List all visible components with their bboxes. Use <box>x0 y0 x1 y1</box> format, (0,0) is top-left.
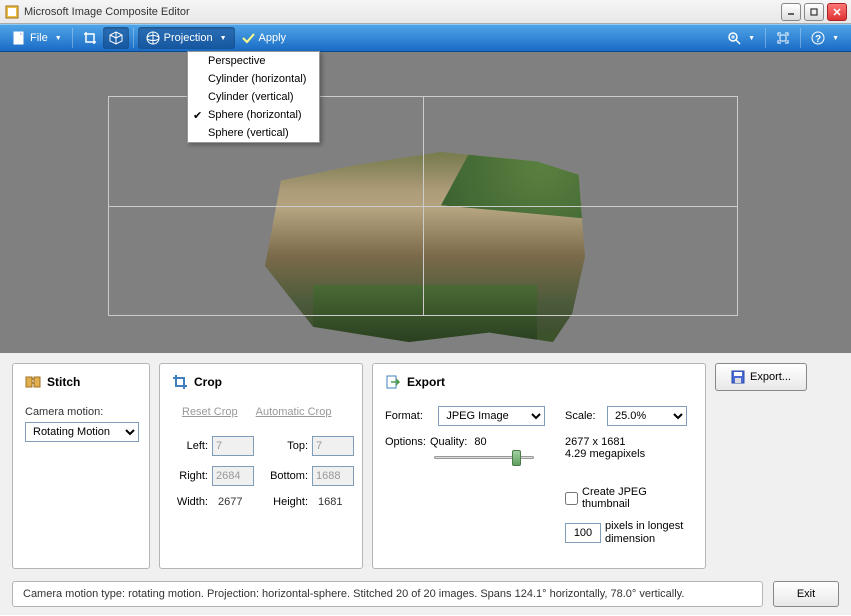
auto-crop-link[interactable]: Automatic Crop <box>256 406 332 418</box>
menu-item-perspective[interactable]: Perspective <box>188 52 319 70</box>
help-icon: ? <box>811 31 825 45</box>
scale-label: Scale: <box>565 410 603 422</box>
projection-button[interactable]: Projection ▼ <box>138 27 235 49</box>
help-button[interactable]: ? ▼ <box>805 27 845 49</box>
exit-button[interactable]: Exit <box>773 581 839 607</box>
options-label: Options: <box>385 436 426 448</box>
menu-item-sphere-h[interactable]: ✔Sphere (horizontal) <box>188 106 319 124</box>
file-menu-button[interactable]: File ▼ <box>6 27 68 49</box>
crop-bottom-input[interactable] <box>312 466 354 486</box>
zoom-icon <box>727 31 741 45</box>
camera-motion-label: Camera motion: <box>25 406 137 418</box>
crop-height-label: Height: <box>262 496 312 508</box>
crop-right-input[interactable] <box>212 466 254 486</box>
slider-thumb[interactable] <box>512 450 521 466</box>
crop-bottom-label: Bottom: <box>262 470 312 482</box>
crop-panel: Crop Reset Crop Automatic Crop Left: Top… <box>159 363 363 569</box>
chevron-down-icon: ▼ <box>55 35 62 42</box>
crop-top-input[interactable] <box>312 436 354 456</box>
fit-button[interactable] <box>770 27 796 49</box>
scale-select[interactable]: 25.0% <box>607 406 687 426</box>
export-side: Export... <box>715 363 809 569</box>
cube-icon <box>109 31 123 45</box>
cube-tool-button[interactable] <box>103 27 129 49</box>
center-line <box>423 96 424 316</box>
export-panel: Export Format: JPEG Image Options: Quali… <box>372 363 706 569</box>
app-icon <box>4 4 20 20</box>
quality-value: 80 <box>474 436 486 448</box>
window-title: Microsoft Image Composite Editor <box>24 6 781 18</box>
export-title: Export <box>407 375 445 389</box>
thumbnail-label: Create JPEG thumbnail <box>582 486 693 510</box>
menu-item-cylinder-h[interactable]: Cylinder (horizontal) <box>188 70 319 88</box>
check-icon <box>241 31 255 45</box>
chevron-down-icon: ▼ <box>220 35 227 42</box>
projection-label: Projection <box>164 32 213 44</box>
canvas[interactable] <box>0 52 851 353</box>
crop-width-label: Width: <box>172 496 212 508</box>
apply-button[interactable]: Apply <box>235 27 293 49</box>
thumbnail-suffix: pixels in longest dimension <box>605 520 693 546</box>
apply-label: Apply <box>259 32 287 44</box>
crop-right-label: Right: <box>172 470 212 482</box>
chevron-down-icon: ▼ <box>748 35 755 42</box>
chevron-down-icon: ▼ <box>832 35 839 42</box>
format-select[interactable]: JPEG Image <box>438 406 545 426</box>
crop-title: Crop <box>194 375 222 389</box>
close-button[interactable] <box>827 3 847 21</box>
export-icon <box>385 374 401 390</box>
quality-label: Quality: <box>430 436 467 448</box>
crop-height-value: 1681 <box>312 496 362 508</box>
file-icon <box>12 31 26 45</box>
crop-tool-button[interactable] <box>77 27 103 49</box>
minimize-button[interactable] <box>781 3 801 21</box>
crop-width-value: 2677 <box>212 496 262 508</box>
file-label: File <box>30 32 48 44</box>
stitch-title: Stitch <box>47 375 80 389</box>
export-dims: 2677 x 1681 <box>565 436 693 448</box>
fit-icon <box>776 31 790 45</box>
crop-left-input[interactable] <box>212 436 254 456</box>
svg-text:?: ? <box>815 34 821 45</box>
globe-icon <box>146 31 160 45</box>
save-icon <box>731 370 745 384</box>
export-button[interactable]: Export... <box>715 363 807 391</box>
status-bar: Camera motion type: rotating motion. Pro… <box>0 577 851 615</box>
format-label: Format: <box>385 410 434 422</box>
window-controls <box>781 3 847 21</box>
reset-crop-link[interactable]: Reset Crop <box>182 406 238 418</box>
zoom-button[interactable]: ▼ <box>721 27 761 49</box>
camera-motion-select[interactable]: Rotating Motion <box>25 422 139 442</box>
stitch-icon <box>25 374 41 390</box>
menu-item-cylinder-v[interactable]: Cylinder (vertical) <box>188 88 319 106</box>
stitch-panel: Stitch Camera motion: Rotating Motion <box>12 363 150 569</box>
crop-left-label: Left: <box>172 440 212 452</box>
toolbar: File ▼ Projection ▼ Apply ▼ ? ▼ <box>0 24 851 52</box>
crop-icon <box>83 31 97 45</box>
quality-slider[interactable] <box>434 448 534 466</box>
crop-icon <box>172 374 188 390</box>
projection-menu: Perspective Cylinder (horizontal) Cylind… <box>187 51 320 143</box>
titlebar: Microsoft Image Composite Editor <box>0 0 851 24</box>
status-text: Camera motion type: rotating motion. Pro… <box>12 581 763 607</box>
menu-item-sphere-v[interactable]: Sphere (vertical) <box>188 124 319 142</box>
thumbnail-size-input[interactable] <box>565 523 601 543</box>
check-icon: ✔ <box>193 109 202 122</box>
crop-top-label: Top: <box>262 440 312 452</box>
thumbnail-checkbox[interactable] <box>565 492 578 505</box>
panels: Stitch Camera motion: Rotating Motion Cr… <box>0 353 851 577</box>
maximize-button[interactable] <box>804 3 824 21</box>
export-megapixels: 4.29 megapixels <box>565 448 693 460</box>
